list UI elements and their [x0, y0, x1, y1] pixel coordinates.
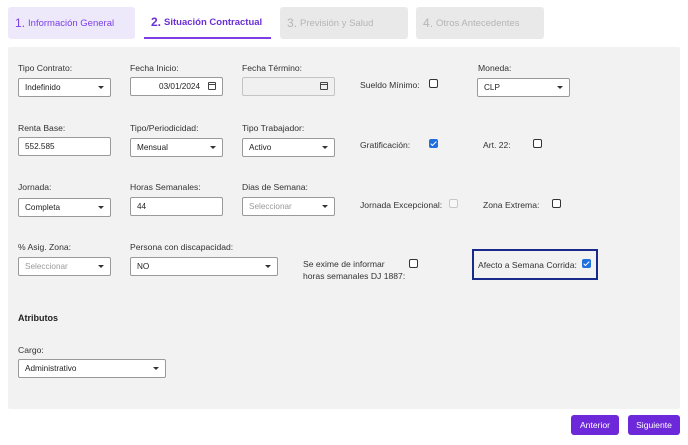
siguiente-button[interactable]: Siguiente — [628, 415, 680, 435]
tipo-contrato-label: Tipo Contrato: — [18, 63, 73, 73]
jornada-excepcional-label: Jornada Excepcional: — [360, 200, 443, 210]
dias-semana-label: Dias de Semana: — [242, 182, 308, 192]
fecha-inicio-label: Fecha Inicio: — [130, 63, 179, 73]
tab-prevision-salud[interactable]: 3. Previsión y Salud — [280, 7, 408, 39]
gratificacion-checkbox[interactable] — [429, 139, 438, 148]
jornada-select[interactable]: Completa — [18, 198, 111, 217]
tipo-contrato-select[interactable]: Indefinido — [18, 78, 111, 97]
dias-semana-placeholder: Seleccionar — [249, 202, 292, 211]
calendar-icon[interactable] — [208, 82, 216, 90]
tipo-periodicidad-label: Tipo/Periodicidad: — [130, 123, 199, 133]
tab-label: Situación Contractual — [164, 16, 263, 28]
tab-situacion-contractual[interactable]: 2. Situación Contractual — [144, 7, 271, 39]
form-panel — [8, 47, 680, 409]
anterior-button[interactable]: Anterior — [571, 415, 619, 435]
tab-label: Otros Antecedentes — [436, 17, 520, 29]
asig-zona-placeholder: Seleccionar — [25, 262, 68, 271]
horas-semanales-value: 44 — [137, 202, 147, 211]
tipo-trabajador-label: Tipo Trabajador: — [242, 123, 305, 133]
tab-number: 3. — [287, 16, 298, 30]
horas-semanales-label: Horas Semanales: — [130, 182, 201, 192]
art22-checkbox[interactable] — [533, 139, 542, 148]
tab-number: 1. — [15, 16, 26, 30]
fecha-termino-input[interactable] — [242, 77, 335, 96]
tab-number: 2. — [151, 15, 162, 29]
tab-label: Previsión y Salud — [300, 17, 374, 29]
tipo-contrato-value: Indefinido — [25, 83, 61, 92]
dias-semana-select[interactable]: Seleccionar — [242, 197, 335, 216]
chevron-down-icon — [557, 86, 563, 89]
exime-dj-label-line2: horas semanales DJ 1887: — [303, 271, 406, 281]
sueldo-minimo-label: Sueldo Mínimo: — [360, 80, 420, 90]
chevron-down-icon — [98, 206, 104, 209]
cargo-value: Administrativo — [25, 364, 77, 373]
art22-label: Art. 22: — [483, 140, 511, 150]
gratificacion-label: Gratificación: — [360, 140, 411, 150]
asig-zona-select[interactable]: Seleccionar — [18, 257, 111, 276]
zona-extrema-label: Zona Extrema: — [483, 200, 540, 210]
zona-extrema-checkbox[interactable] — [552, 199, 561, 208]
tipo-periodicidad-value: Mensual — [137, 143, 168, 152]
cargo-label: Cargo: — [18, 345, 44, 355]
chevron-down-icon — [98, 86, 104, 89]
jornada-value: Completa — [25, 203, 61, 212]
chevron-down-icon — [210, 146, 216, 149]
fecha-termino-label: Fecha Término: — [242, 63, 303, 73]
fecha-inicio-input[interactable]: 03/01/2024 — [130, 77, 223, 96]
renta-base-label: Renta Base: — [18, 123, 66, 133]
exime-dj-label-line1: Se exime de informar — [303, 259, 385, 269]
renta-base-value: 552.585 — [25, 142, 55, 151]
chevron-down-icon — [322, 146, 328, 149]
jornada-excepcional-checkbox[interactable] — [449, 199, 458, 208]
jornada-label: Jornada: — [18, 182, 52, 192]
calendar-icon[interactable] — [320, 82, 328, 90]
semana-corrida-checkbox[interactable] — [582, 259, 591, 268]
fecha-inicio-value: 03/01/2024 — [159, 82, 200, 91]
persona-discapacidad-value: NO — [137, 262, 150, 271]
tipo-trabajador-value: Activo — [249, 143, 272, 152]
tab-label: Información General — [28, 17, 115, 29]
horas-semanales-input[interactable]: 44 — [130, 197, 223, 216]
chevron-down-icon — [153, 367, 159, 370]
moneda-select[interactable]: CLP — [477, 78, 570, 97]
tab-informacion-general[interactable]: 1. Información General — [8, 7, 135, 39]
persona-discapacidad-select[interactable]: NO — [130, 257, 278, 276]
moneda-value: CLP — [484, 83, 500, 92]
asig-zona-label: % Asig. Zona: — [18, 242, 72, 252]
renta-base-input[interactable]: 552.585 — [18, 137, 111, 156]
sueldo-minimo-checkbox[interactable] — [429, 79, 438, 88]
atributos-title: Atributos — [18, 313, 58, 323]
chevron-down-icon — [98, 265, 104, 268]
cargo-select[interactable]: Administrativo — [18, 359, 166, 378]
chevron-down-icon — [322, 205, 328, 208]
semana-corrida-label: Afecto a Semana Corrida: — [478, 260, 577, 270]
tab-number: 4. — [423, 16, 434, 30]
persona-discapacidad-label: Persona con discapacidad: — [130, 242, 234, 252]
chevron-down-icon — [265, 265, 271, 268]
moneda-label: Moneda: — [478, 63, 512, 73]
tipo-trabajador-select[interactable]: Activo — [242, 138, 335, 157]
tab-otros-antecedentes[interactable]: 4. Otros Antecedentes — [416, 7, 544, 39]
tipo-periodicidad-select[interactable]: Mensual — [130, 138, 223, 157]
exime-dj-checkbox[interactable] — [409, 259, 418, 268]
